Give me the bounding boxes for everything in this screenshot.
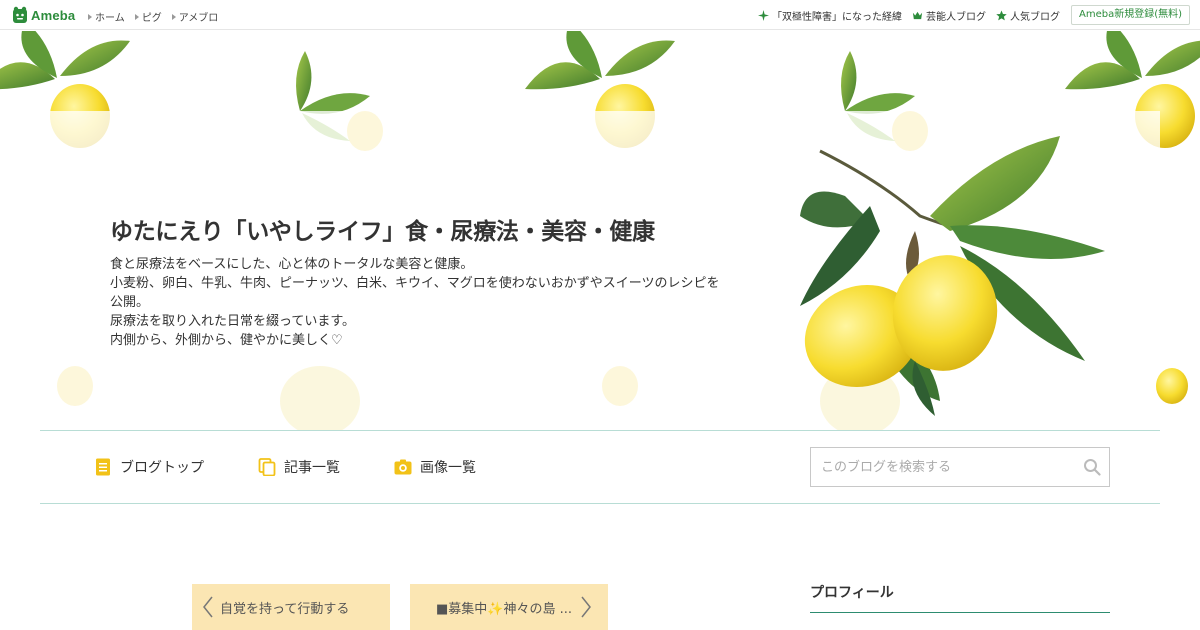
nav-bottom-divider (40, 503, 1160, 504)
nav-image-list[interactable]: 画像一覧 (394, 457, 476, 477)
ameba-logo[interactable]: Ameba (12, 6, 75, 24)
featured-article-link[interactable]: 「双極性障害」になった経緯 (758, 8, 902, 23)
blog-description: 食と尿療法をベースにした、心と体のトータルな美容と健康。 小麦粉、卵白、牛乳、牛… (110, 255, 730, 350)
nav-ameblo-link[interactable]: アメブロ (171, 9, 219, 24)
register-button[interactable]: Ameba新規登録(無料) (1070, 5, 1190, 25)
triangle-right-icon (88, 13, 92, 20)
popular-blog-label: 人気ブログ (1010, 12, 1060, 23)
nav-home-label: ホーム (95, 13, 125, 24)
nav-image-list-label: 画像一覧 (420, 460, 476, 476)
blog-title[interactable]: ゆたにえり「いやしライフ」食・尿療法・美容・健康 (110, 212, 655, 246)
ameba-mascot-icon (13, 6, 27, 23)
featured-article-label: 「双極性障害」になった経緯 (772, 12, 902, 23)
nav-home-link[interactable]: ホーム (88, 9, 125, 24)
triangle-right-icon (134, 13, 139, 20)
next-article-button[interactable]: ■募集中✨神々の島 ... (410, 584, 608, 630)
profile-heading: プロフィール (810, 585, 894, 601)
sparkle-icon (758, 10, 769, 21)
blog-description-line: 内側から、外側から、健やかに美しく♡ (110, 333, 343, 348)
copy-icon (258, 458, 276, 476)
nav-ameblo-label: アメブロ (178, 13, 219, 24)
search-icon[interactable] (1083, 458, 1101, 476)
blog-search-box (810, 447, 1110, 487)
prev-article-label: 自覚を持って行動する (220, 601, 350, 617)
blog-search-input[interactable] (811, 448, 1071, 486)
triangle-right-icon (171, 13, 176, 20)
nav-top-divider (40, 430, 1160, 431)
topbar-right-links: 「双極性障害」になった経緯 芸能人ブログ 人気ブログ (758, 8, 1060, 23)
nav-blog-top[interactable]: ブログトップ (94, 457, 204, 477)
profile-divider (810, 612, 1110, 613)
ameba-global-nav: ホーム ピグ アメブロ (88, 9, 218, 24)
ameba-logo-text: Ameba (31, 7, 76, 23)
star-icon (996, 10, 1007, 21)
ameba-header-bar: Ameba ホーム ピグ アメブロ 「双極性障害」になった経緯 芸能人ブログ 人… (0, 0, 1200, 30)
blog-description-line: 食と尿療法をベースにした、心と体のトータルな美容と健康。 (110, 257, 474, 272)
prev-article-button[interactable]: 自覚を持って行動する (192, 584, 390, 630)
crown-icon (912, 11, 923, 20)
nav-pigg-label: ピグ (141, 13, 162, 24)
celebrity-blog-link[interactable]: 芸能人ブログ (912, 8, 986, 23)
blog-description-line: 小麦粉、卵白、牛乳、牛肉、ピーナッツ、白米、キウイ、マグロを使わないおかずやスイ… (110, 276, 720, 310)
blog-description-line: 尿療法を取り入れた日常を綴っています。 (110, 314, 356, 329)
chevron-left-icon (203, 596, 213, 618)
nav-blog-top-label: ブログトップ (120, 460, 204, 476)
document-icon (96, 458, 110, 476)
celebrity-blog-label: 芸能人ブログ (926, 12, 986, 23)
chevron-right-icon (581, 596, 591, 618)
next-article-label: ■募集中✨神々の島 ... (436, 601, 572, 617)
nav-article-list[interactable]: 記事一覧 (258, 457, 340, 477)
popular-blog-link[interactable]: 人気ブログ (996, 8, 1060, 23)
nav-article-list-label: 記事一覧 (284, 460, 340, 476)
camera-icon (394, 459, 412, 475)
nav-pigg-link[interactable]: ピグ (134, 9, 162, 24)
